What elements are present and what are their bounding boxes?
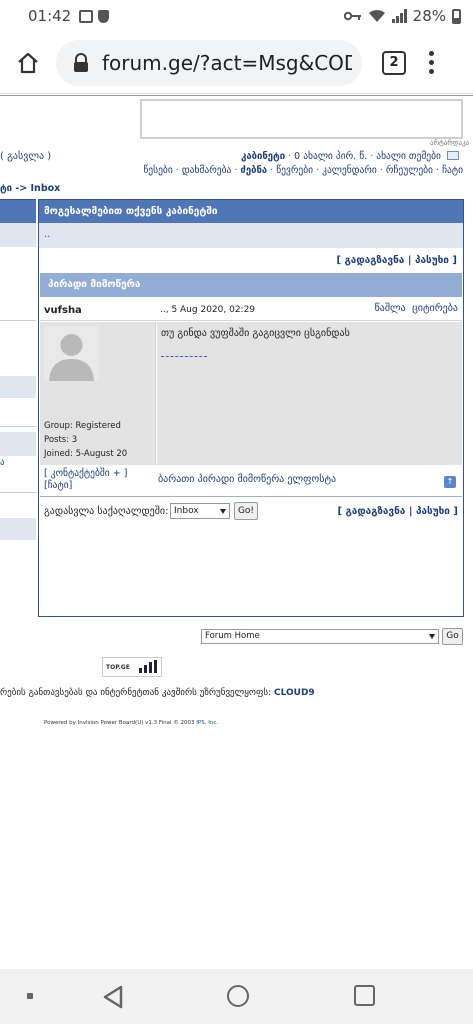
browser-menu-button[interactable] xyxy=(428,51,434,74)
address-bar[interactable]: forum.ge/?act=Msg&CODE= xyxy=(56,39,362,86)
wifi-icon xyxy=(368,9,385,22)
folder-jump-label: გადასვლა საქაღალდეში: xyxy=(44,506,169,517)
message-body: თუ გინდა ვუფშაში გაგიცვლი ცსგინდას xyxy=(157,322,462,465)
gallery-notification-icon xyxy=(79,9,94,23)
sidebar-link[interactable]: ა xyxy=(0,458,5,468)
forward-reply-links-bottom[interactable]: [ გადაგზავნა | პასუხი ] xyxy=(338,506,458,517)
inbox-panel: მოგესალმებით თქვენს კაბინეტში .. [ გადაგ… xyxy=(38,199,464,617)
sidebar-row xyxy=(0,432,36,456)
members-link[interactable]: წევრები xyxy=(276,165,313,176)
divider xyxy=(0,492,36,493)
folder-select[interactable]: Inbox xyxy=(170,503,230,519)
sender-name[interactable]: vufsha xyxy=(44,305,82,316)
browser-toolbar: forum.ge/?act=Msg&CODE= 2 xyxy=(0,32,473,94)
tab-switcher-button[interactable]: 2 xyxy=(382,50,406,75)
scroll-top-icon[interactable]: ↑ xyxy=(444,476,456,488)
battery-percent: 28% xyxy=(412,7,446,25)
chevron-down-icon xyxy=(220,509,226,514)
divider xyxy=(0,320,36,321)
recent-apps-button[interactable] xyxy=(354,985,375,1006)
key-icon xyxy=(343,11,361,21)
hosting-provider-link[interactable]: CLOUD9 xyxy=(274,688,315,698)
signature-divider xyxy=(161,356,207,357)
sidebar-header xyxy=(0,200,36,223)
divider xyxy=(0,426,36,427)
forum-go-button[interactable]: Go xyxy=(442,628,463,645)
author-joined: Joined: 5-August 20 xyxy=(44,449,128,459)
message-icon[interactable] xyxy=(447,151,459,160)
author-info: Group: Registered Posts: 3 Joined: 5-Aug… xyxy=(40,322,156,465)
main-nav: წესები · დახმარება · ძებნა · წევრები · კ… xyxy=(143,165,463,176)
system-nav-bar xyxy=(0,969,473,1024)
forward-reply-links[interactable]: [ გადაგზავნა | პასუხი ] xyxy=(337,255,457,266)
message-date: .., 5 Aug 2020, 02:29 xyxy=(160,305,256,315)
profile-pm-email-links[interactable]: ბარათი პირადი მიმოწერა ელფოსტა xyxy=(158,474,336,485)
nav-dot-icon xyxy=(27,993,33,999)
powered-text: Powered by Invision Power Board(U) v1.3 … xyxy=(44,720,195,726)
powered-by: Powered by Invision Power Board(U) v1.3 … xyxy=(44,720,218,726)
divider xyxy=(0,95,473,96)
logout-link[interactable]: ( გასვლა ) xyxy=(0,151,51,162)
home-icon xyxy=(18,52,38,73)
delete-link[interactable]: წაშლა xyxy=(375,303,406,314)
panel-title: მოგესალმებით თქვენს კაბინეტში xyxy=(39,200,463,223)
home-nav-button[interactable] xyxy=(227,985,249,1007)
banner-box xyxy=(140,99,463,139)
topge-badge[interactable]: TOP.GE xyxy=(102,657,162,677)
status-bar: 01:42 28% xyxy=(0,0,473,32)
folder-go-button[interactable]: Go! xyxy=(234,502,258,520)
chat-user-link[interactable]: [ჩატი] xyxy=(44,480,127,492)
url-text: forum.ge/?act=Msg&CODE= xyxy=(102,50,352,75)
folder-row: .. xyxy=(39,223,463,248)
new-topics-link[interactable]: ახალი თემები xyxy=(376,151,441,162)
left-sidebar: ა xyxy=(0,199,36,617)
help-link[interactable]: დახმარება xyxy=(182,165,231,176)
bar-chart-icon xyxy=(139,660,157,673)
lock-icon xyxy=(74,52,88,72)
message-text: თუ გინდა ვუფშაში გაგიცვლი ცსგინდას xyxy=(161,328,350,339)
home-button[interactable] xyxy=(0,32,56,94)
chevron-down-icon xyxy=(429,634,435,639)
topge-logo-text: TOP.GE xyxy=(106,664,130,671)
add-contact-link[interactable]: [ კონტაქტებში + ] xyxy=(44,468,127,480)
favorites-link[interactable]: რჩეულები xyxy=(386,165,433,176)
clock: 01:42 xyxy=(28,7,72,25)
calendar-link[interactable]: კალენდარი xyxy=(322,165,377,176)
message-header: vufsha .., 5 Aug 2020, 02:29 წაშლა ციტირ… xyxy=(40,299,462,321)
cabinet-link[interactable]: კაბინეტი xyxy=(241,151,285,162)
hosting-text: რების განთავსებას და ინტერნეტთან კავშირს… xyxy=(0,688,272,698)
chat-link[interactable]: ჩატი xyxy=(442,165,463,176)
message-footer: [ კონტაქტებში + ] [ჩატი] ბარათი პირადი მ… xyxy=(40,466,462,497)
status-icons: 28% xyxy=(343,7,461,25)
sidebar-row xyxy=(0,518,36,540)
quote-link[interactable]: ციტირება xyxy=(412,303,458,314)
shield-notification-icon xyxy=(98,9,110,23)
sidebar-row xyxy=(0,223,36,247)
sidebar-row xyxy=(0,376,36,398)
folder-select-value: Inbox xyxy=(174,506,199,516)
search-link[interactable]: ძებნა xyxy=(240,165,267,176)
user-placeholder-icon xyxy=(49,334,94,381)
message-actions: წაშლა ციტირება xyxy=(375,303,458,314)
author-group: Group: Registered xyxy=(44,421,121,431)
banner-link[interactable]: არტარდაკა xyxy=(430,139,469,147)
ips-link[interactable]: IPS, Inc. xyxy=(196,720,218,726)
section-header: პირადი მიმოწერა xyxy=(40,273,462,297)
back-button[interactable] xyxy=(102,985,124,1009)
avatar xyxy=(44,326,99,381)
author-stats: Group: Registered Posts: 3 Joined: 5-Aug… xyxy=(44,419,127,461)
web-page: არტარდაკა ( გასვლა ) კაბინეტი · 0 ახალი … xyxy=(0,95,473,969)
user-nav: კაბინეტი · 0 ახალი პირ. წ. · ახალი თემებ… xyxy=(241,151,459,162)
breadcrumb[interactable]: ტი -> Inbox xyxy=(0,183,60,194)
battery-icon xyxy=(452,8,461,24)
rules-link[interactable]: წესები xyxy=(143,165,172,176)
forum-select-value: Forum Home xyxy=(205,631,260,641)
folder-jump: გადასვლა საქაღალდეში: Inbox Go! [ გადაგზ… xyxy=(40,498,462,524)
signal-icon xyxy=(391,9,407,23)
author-posts: Posts: 3 xyxy=(44,435,78,445)
hosting-credit: რების განთავსებას და ინტერნეტთან კავშირს… xyxy=(0,688,315,698)
new-pm-link[interactable]: 0 ახალი პირ. წ. xyxy=(294,151,367,162)
forum-jump-select[interactable]: Forum Home xyxy=(201,629,439,644)
contact-links: [ კონტაქტებში + ] [ჩატი] xyxy=(44,468,127,492)
